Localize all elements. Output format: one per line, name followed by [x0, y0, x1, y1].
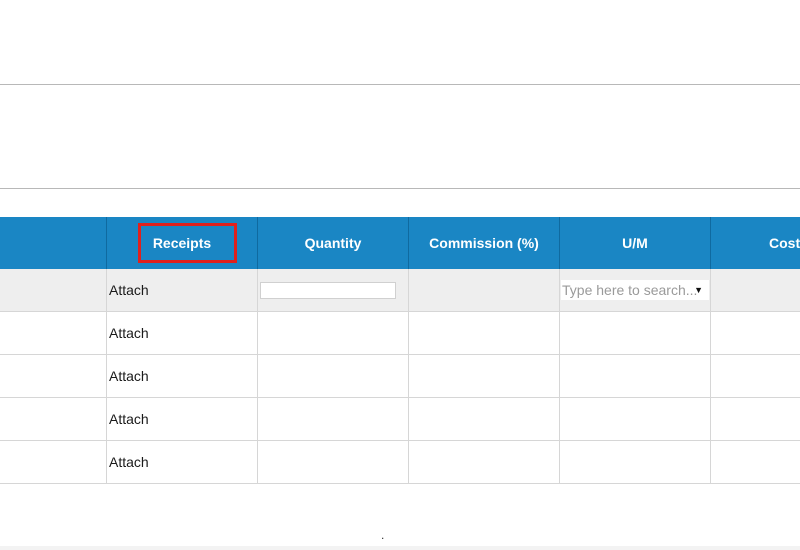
row-cell-cost[interactable]: [710, 441, 800, 483]
page: Receipts Quantity Commission (%) U/M Cos…: [0, 0, 800, 550]
header-cell-blank[interactable]: [0, 217, 106, 269]
um-search-dropdown[interactable]: Type here to search... ▼: [561, 280, 709, 300]
row-cell-quantity[interactable]: [257, 398, 408, 440]
um-search-placeholder: Type here to search...: [562, 282, 698, 298]
row-cell-commission[interactable]: [408, 355, 559, 397]
table-row: Attach: [0, 312, 800, 355]
row-cell-um[interactable]: [559, 441, 710, 483]
row-cell-receipts: Attach: [106, 441, 257, 483]
filter-cell-commission: [408, 269, 559, 311]
attach-link[interactable]: Attach: [107, 454, 149, 470]
row-cell: [0, 441, 106, 483]
row-cell-commission[interactable]: [408, 398, 559, 440]
row-cell-quantity[interactable]: [257, 312, 408, 354]
header-label: Quantity: [304, 235, 362, 251]
attach-link[interactable]: Attach: [107, 282, 149, 298]
filter-cell-receipts: Attach: [106, 269, 257, 311]
row-cell-um[interactable]: [559, 312, 710, 354]
header-label: U/M: [622, 235, 648, 251]
attach-link[interactable]: Attach: [107, 368, 149, 384]
attach-link[interactable]: Attach: [107, 325, 149, 341]
filter-cell-um: Type here to search... ▼: [559, 269, 710, 311]
row-cell-receipts: Attach: [106, 398, 257, 440]
quantity-filter-input[interactable]: [260, 281, 396, 299]
filter-cell-quantity: [257, 269, 408, 311]
row-cell-receipts: Attach: [106, 355, 257, 397]
row-cell-cost[interactable]: [710, 312, 800, 354]
row-cell: [0, 398, 106, 440]
divider: [0, 188, 800, 189]
table-row: Attach: [0, 398, 800, 441]
row-cell-receipts: Attach: [106, 312, 257, 354]
data-grid: Receipts Quantity Commission (%) U/M Cos…: [0, 217, 800, 485]
row-cell: [0, 312, 106, 354]
header-label: Cost: [769, 235, 800, 251]
header-commission[interactable]: Commission (%): [408, 217, 559, 269]
bottom-strip: [0, 546, 800, 550]
row-cell-quantity[interactable]: [257, 441, 408, 483]
row-cell: [0, 355, 106, 397]
dropdown-arrow-icon[interactable]: ▼: [694, 285, 703, 295]
header-label: Commission (%): [429, 235, 539, 251]
row-cell-um[interactable]: [559, 355, 710, 397]
row-cell-cost[interactable]: [710, 355, 800, 397]
header-quantity[interactable]: Quantity: [257, 217, 408, 269]
row-cell-commission[interactable]: [408, 312, 559, 354]
filter-row: Attach Type here to search... ▼: [0, 269, 800, 312]
grid-header-row: Receipts Quantity Commission (%) U/M Cos…: [0, 217, 800, 269]
table-row: Attach: [0, 355, 800, 398]
header-receipts[interactable]: Receipts: [106, 217, 257, 269]
row-cell-quantity[interactable]: [257, 355, 408, 397]
footer-dot: .: [381, 528, 385, 542]
row-cell-um[interactable]: [559, 398, 710, 440]
row-cell-cost[interactable]: [710, 398, 800, 440]
attach-link[interactable]: Attach: [107, 411, 149, 427]
divider: [0, 84, 800, 85]
table-row: Attach: [0, 441, 800, 484]
header-label: Receipts: [152, 235, 212, 251]
filter-cell-blank: [0, 269, 106, 311]
header-cost[interactable]: Cost: [710, 217, 800, 269]
filter-cell-cost: [710, 269, 800, 311]
row-cell-commission[interactable]: [408, 441, 559, 483]
header-um[interactable]: U/M: [559, 217, 710, 269]
